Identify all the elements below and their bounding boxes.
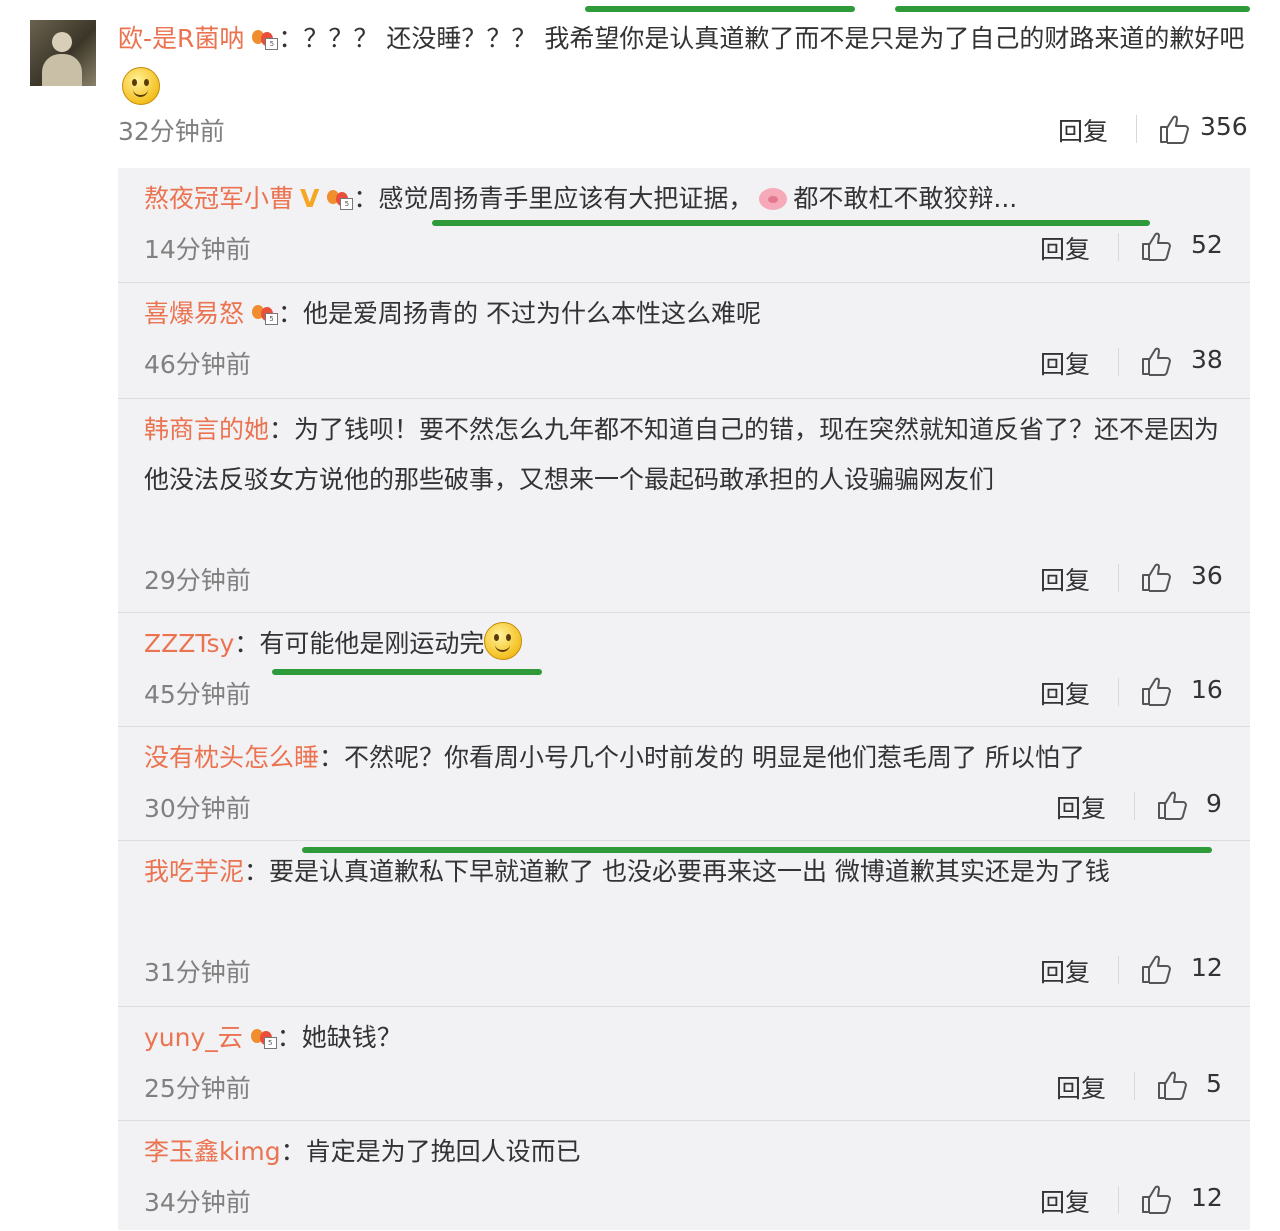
- divider: [1118, 348, 1119, 376]
- timestamp: 46分钟前: [144, 350, 251, 379]
- reply-button[interactable]: 回复: [1040, 675, 1090, 711]
- reply-item: 我吃芋泥：要是认真道歉私下早就道歉了 也没必要再来这一出 微博道歉其实还是为了钱…: [118, 840, 1250, 1007]
- username[interactable]: 欧-是R菌呐: [118, 24, 244, 53]
- pig-emoji-icon: [759, 188, 788, 210]
- like-count: 52: [1191, 230, 1223, 259]
- divider: [1118, 233, 1119, 261]
- reply-body: 肯定是为了挽回人设而已: [305, 1137, 581, 1166]
- reply-button[interactable]: 回复: [1040, 345, 1090, 381]
- like-icon[interactable]: [1140, 231, 1172, 261]
- highlight-line: [585, 6, 855, 12]
- reply-item: 喜爆易怒 5 ：他是爱周扬青的 不过为什么本性这么难呢 46分钟前 回复 38: [118, 282, 1250, 399]
- like-count: 38: [1191, 345, 1223, 374]
- reply-body: 她缺钱？: [301, 1023, 402, 1052]
- like-count: 9: [1206, 789, 1222, 818]
- reply-item: 熬夜冠军小曹 V 5 ：感觉周扬青手里应该有大把证据， 都不敢杠不敢狡辩... 14分钟…: [118, 168, 1250, 282]
- reply-body: 有可能他是刚运动完: [259, 629, 485, 658]
- divider: [1134, 1072, 1135, 1100]
- like-icon[interactable]: [1140, 1184, 1172, 1214]
- comment-body: ？？？ 还没睡？？？ 我希望你是认真道歉了而不是只是为了自己的财路来道的歉好吧: [303, 24, 1245, 53]
- reply-item: 没有枕头怎么睡：不然呢？你看周小号几个小时前发的 明显是他们惹毛周了 所以怕了 …: [118, 726, 1250, 853]
- fan-medal-icon: 5: [250, 26, 279, 50]
- username[interactable]: 韩商言的她: [144, 415, 269, 444]
- like-icon[interactable]: [1140, 954, 1172, 984]
- highlight-line: [272, 669, 542, 675]
- like-count: 16: [1191, 675, 1223, 704]
- fan-medal-icon: 5: [249, 1025, 277, 1049]
- reply-button[interactable]: 回复: [1056, 789, 1106, 825]
- divider: [1136, 115, 1137, 143]
- timestamp: 14分钟前: [144, 235, 251, 264]
- reply-item: 李玉鑫kimg：肯定是为了挽回人设而已 34分钟前 回复 12: [118, 1120, 1250, 1231]
- like-icon[interactable]: [1156, 1070, 1188, 1100]
- divider: [1118, 1186, 1119, 1214]
- reply-body: 不然呢？你看周小号几个小时前发的 明显是他们惹毛周了 所以怕了: [344, 743, 1085, 772]
- reply-body: 都不敢杠不敢狡辩...: [793, 184, 1018, 213]
- like-count: 12: [1191, 953, 1223, 982]
- timestamp: 34分钟前: [144, 1188, 251, 1217]
- reply-button[interactable]: 回复: [1056, 1069, 1106, 1105]
- username[interactable]: 我吃芋泥: [144, 857, 244, 886]
- reply-body: 感觉周扬青手里应该有大把证据，: [378, 184, 754, 213]
- highlight-line: [432, 220, 1150, 226]
- reply-button[interactable]: 回复: [1058, 112, 1108, 148]
- reply-button[interactable]: 回复: [1040, 953, 1090, 989]
- like-count: 12: [1191, 1183, 1223, 1212]
- timestamp: 25分钟前: [144, 1074, 251, 1103]
- reply-button[interactable]: 回复: [1040, 1183, 1090, 1219]
- username[interactable]: 熬夜冠军小曹: [144, 184, 294, 213]
- highlight-line: [895, 6, 1250, 12]
- verified-v-icon: V: [300, 184, 320, 213]
- username[interactable]: ZZZTsy: [144, 629, 234, 658]
- reply-item: yuny_云 5 ：她缺钱？ 25分钟前 回复 5: [118, 1006, 1250, 1121]
- timestamp: 29分钟前: [144, 566, 251, 595]
- replies-list: 熬夜冠军小曹 V 5 ：感觉周扬青手里应该有大把证据， 都不敢杠不敢狡辩... 14分钟…: [118, 168, 1250, 1230]
- avatar[interactable]: [30, 20, 96, 86]
- main-comment: 欧-是R菌呐 5：？？？ 还没睡？？？ 我希望你是认真道歉了而不是只是为了自己的财…: [0, 0, 1280, 168]
- like-count: 5: [1206, 1069, 1222, 1098]
- grin-emoji-icon: [484, 622, 523, 660]
- like-icon[interactable]: [1156, 790, 1188, 820]
- reply-button[interactable]: 回复: [1040, 230, 1090, 266]
- divider: [1118, 956, 1119, 984]
- timestamp: 45分钟前: [144, 680, 251, 709]
- divider: [1134, 792, 1135, 820]
- username[interactable]: yuny_云: [144, 1023, 243, 1052]
- reply-body: 他是爱周扬青的 不过为什么本性这么难呢: [303, 299, 761, 328]
- reply-body: 要是认真道歉私下早就道歉了 也没必要再来这一出 微博道歉其实还是为了钱: [269, 857, 1110, 886]
- username[interactable]: 喜爆易怒: [144, 299, 244, 328]
- timestamp: 32分钟前: [118, 117, 225, 146]
- like-count: 356: [1200, 112, 1248, 141]
- like-icon[interactable]: [1140, 676, 1172, 706]
- divider: [1118, 564, 1119, 592]
- timestamp: 30分钟前: [144, 794, 251, 823]
- timestamp: 31分钟前: [144, 958, 251, 987]
- username[interactable]: 没有枕头怎么睡: [144, 743, 319, 772]
- fan-medal-icon: 5: [325, 186, 354, 210]
- reply-body: 为了钱呗！要不然怎么九年都不知道自己的错，现在突然就知道反省了？还不是因为他没法…: [144, 415, 1220, 494]
- divider: [1118, 678, 1119, 706]
- like-icon[interactable]: [1158, 114, 1190, 144]
- like-icon[interactable]: [1140, 562, 1172, 592]
- comment-text: 欧-是R菌呐 5：？？？ 还没睡？？？ 我希望你是认真道歉了而不是只是为了自己的财…: [118, 14, 1248, 114]
- smile-emoji-icon: [122, 67, 160, 105]
- reply-item: ZZZTsy：有可能他是刚运动完 45分钟前 回复 16: [118, 612, 1250, 727]
- reply-item: 韩商言的她：为了钱呗！要不然怎么九年都不知道自己的错，现在突然就知道反省了？还不…: [118, 398, 1250, 613]
- username[interactable]: 李玉鑫kimg: [144, 1137, 281, 1166]
- like-icon[interactable]: [1140, 346, 1172, 376]
- fan-medal-icon: 5: [250, 301, 279, 325]
- like-count: 36: [1191, 561, 1223, 590]
- reply-button[interactable]: 回复: [1040, 561, 1090, 597]
